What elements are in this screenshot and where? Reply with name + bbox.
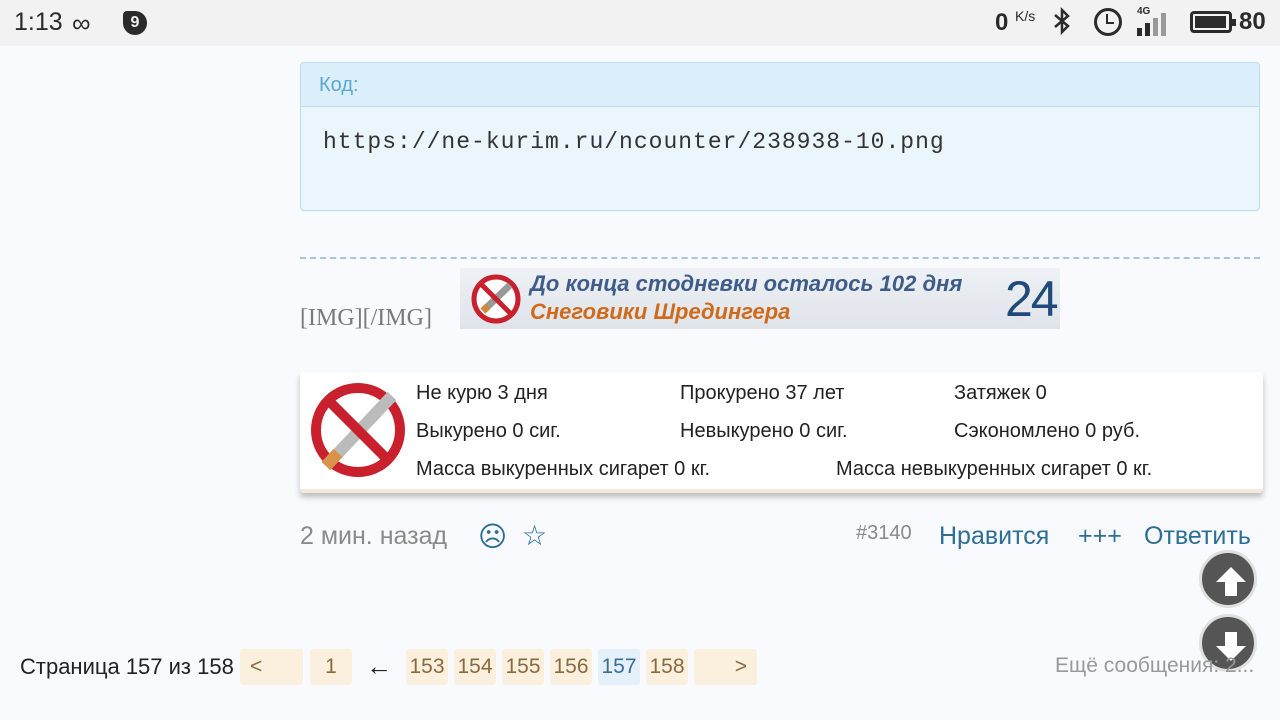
stat-not-smoking: Не курю 3 дня bbox=[416, 382, 548, 404]
page-first[interactable]: 1 bbox=[310, 649, 352, 685]
page-156[interactable]: 156 bbox=[550, 649, 592, 685]
page-158[interactable]: 158 bbox=[646, 649, 688, 685]
star-icon[interactable]: ☆ bbox=[522, 519, 547, 552]
scroll-up-button[interactable] bbox=[1199, 550, 1257, 608]
code-block-content[interactable]: https://ne-kurim.ru/ncounter/238938-10.p… bbox=[301, 107, 1259, 177]
stat-smoked-years: Прокурено 37 лет bbox=[680, 382, 845, 404]
alarm-icon bbox=[1094, 8, 1122, 36]
net-speed-value: 0 bbox=[995, 9, 1009, 36]
signal-icon bbox=[1137, 12, 1173, 36]
signature-divider bbox=[300, 257, 1260, 259]
plus-button[interactable]: +++ bbox=[1078, 522, 1122, 551]
stat-puffs: Затяжек 0 bbox=[954, 382, 1047, 404]
battery-icon bbox=[1190, 11, 1236, 33]
post-footer: 2 мин. назад ☹ ☆ #3140 Нравится +++ Отве… bbox=[300, 520, 1260, 556]
arrow-up-icon bbox=[1216, 567, 1246, 596]
page-155[interactable]: 155 bbox=[502, 649, 544, 685]
left-arrow-icon: ← bbox=[366, 651, 392, 681]
stat-saved: Сэкономлено 0 руб. bbox=[954, 420, 1140, 442]
status-time: 1:13 bbox=[14, 8, 63, 36]
banner-line-1: До конца стодневки осталось 102 дня bbox=[530, 271, 963, 296]
code-block-header: Код: bbox=[301, 63, 1259, 107]
code-block: Код: https://ne-kurim.ru/ncounter/238938… bbox=[300, 62, 1260, 211]
stat-mass-not-smoked: Масса невыкуренных сигарет 0 кг. bbox=[836, 458, 1153, 480]
stat-not-smoked-cigs: Невыкурено 0 сиг. bbox=[680, 420, 848, 442]
pagination: Страница 157 из 158 < 1 ← 153 154 155 15… bbox=[0, 645, 1280, 687]
page-153[interactable]: 153 bbox=[406, 649, 448, 685]
post-time[interactable]: 2 мин. назад bbox=[300, 522, 447, 551]
sad-face-icon[interactable]: ☹ bbox=[478, 520, 507, 553]
stat-mass-smoked: Масса выкуренных сигарет 0 кг. bbox=[416, 458, 710, 480]
prev-page-button[interactable]: < bbox=[240, 649, 303, 685]
maps-icon: 9 bbox=[123, 11, 147, 35]
no-smoking-icon bbox=[311, 383, 405, 477]
net-speed-unit: K/s bbox=[1015, 8, 1036, 24]
reply-button[interactable]: Ответить bbox=[1144, 522, 1251, 551]
banner-line-2: Снеговики Шредингера bbox=[530, 299, 791, 324]
battery-level: 80 bbox=[1239, 8, 1266, 35]
like-button[interactable]: Нравится bbox=[939, 522, 1049, 551]
page-154[interactable]: 154 bbox=[454, 649, 496, 685]
page-indicator: Страница 157 из 158 bbox=[20, 654, 234, 679]
post-number[interactable]: #3140 bbox=[856, 522, 912, 545]
next-page-button[interactable]: > bbox=[694, 649, 757, 685]
more-messages-link[interactable]: Ещё сообщения: 2... bbox=[1055, 654, 1254, 678]
page-157-current[interactable]: 157 bbox=[598, 649, 640, 685]
smoking-stats-card[interactable]: Не курю 3 дня Прокурено 37 лет Затяжек 0… bbox=[300, 372, 1263, 493]
infinity-icon: ∞ bbox=[72, 8, 91, 38]
net-speed: 0 K/s bbox=[995, 8, 1035, 37]
countdown-banner[interactable]: До конца стодневки осталось 102 дня Снег… bbox=[460, 268, 1060, 329]
img-tag-text: [IMG][/IMG] bbox=[300, 305, 432, 331]
bluetooth-icon bbox=[1052, 6, 1072, 42]
stat-smoked-cigs: Выкурено 0 сиг. bbox=[416, 420, 561, 442]
banner-number: 24 bbox=[1005, 271, 1059, 327]
no-smoking-icon bbox=[471, 274, 521, 324]
status-bar: 1:13 ∞ 9 0 K/s 4G 80 bbox=[0, 0, 1280, 46]
